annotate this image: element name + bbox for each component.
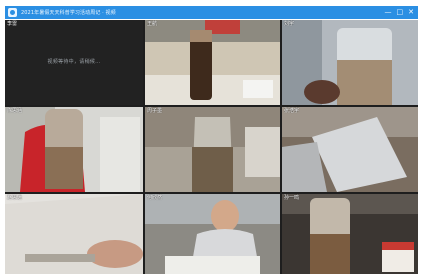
close-icon[interactable]: ✕ bbox=[408, 9, 414, 16]
video-tile-5[interactable]: 周子墨 bbox=[145, 107, 280, 192]
video-grid: 李雷 视频等待中，请稍候… 王航 刘宇 陈思涵 周子墨 张浩宇 赵思远 何欣然 … bbox=[5, 20, 418, 274]
video-tile-4[interactable]: 陈思涵 bbox=[5, 107, 143, 192]
video-frame bbox=[282, 20, 418, 105]
video-tile-6[interactable]: 张浩宇 bbox=[282, 107, 418, 192]
video-tile-9[interactable]: 孙一鸣 bbox=[282, 194, 418, 274]
video-tile-7[interactable]: 赵思远 bbox=[5, 194, 143, 274]
participant-name: 周子墨 bbox=[147, 108, 163, 114]
video-frame bbox=[5, 107, 143, 192]
participant-name: 陈思涵 bbox=[7, 108, 23, 114]
video-tile-3[interactable]: 刘宇 bbox=[282, 20, 418, 105]
video-frame bbox=[282, 107, 418, 192]
window-titlebar[interactable]: 2021年暑假天天科普学习活动周记 · 视频 — □ ✕ bbox=[5, 6, 418, 19]
participant-name: 王航 bbox=[147, 21, 158, 27]
participant-name: 孙一鸣 bbox=[284, 195, 300, 201]
window-title: 2021年暑假天天科普学习活动周记 · 视频 bbox=[21, 10, 116, 16]
maximize-icon[interactable]: □ bbox=[397, 9, 404, 16]
app-logo-icon bbox=[8, 8, 17, 17]
participant-name: 刘宇 bbox=[284, 21, 295, 27]
minimize-icon[interactable]: — bbox=[385, 9, 392, 16]
participant-name: 赵思远 bbox=[7, 195, 23, 201]
participant-name: 张浩宇 bbox=[284, 108, 300, 114]
video-tile-1[interactable]: 李雷 视频等待中，请稍候… bbox=[5, 20, 143, 105]
window-controls: — □ ✕ bbox=[385, 9, 415, 16]
video-frame bbox=[145, 107, 280, 192]
participant-name: 何欣然 bbox=[147, 195, 163, 201]
video-frame bbox=[145, 20, 280, 105]
video-frame bbox=[282, 194, 418, 274]
video-frame bbox=[5, 194, 143, 274]
video-tile-8[interactable]: 何欣然 bbox=[145, 194, 280, 274]
participant-name: 李雷 bbox=[7, 21, 18, 27]
video-status-text: 视频等待中，请稍候… bbox=[47, 59, 101, 65]
video-tile-2[interactable]: 王航 bbox=[145, 20, 280, 105]
video-frame bbox=[145, 194, 280, 274]
